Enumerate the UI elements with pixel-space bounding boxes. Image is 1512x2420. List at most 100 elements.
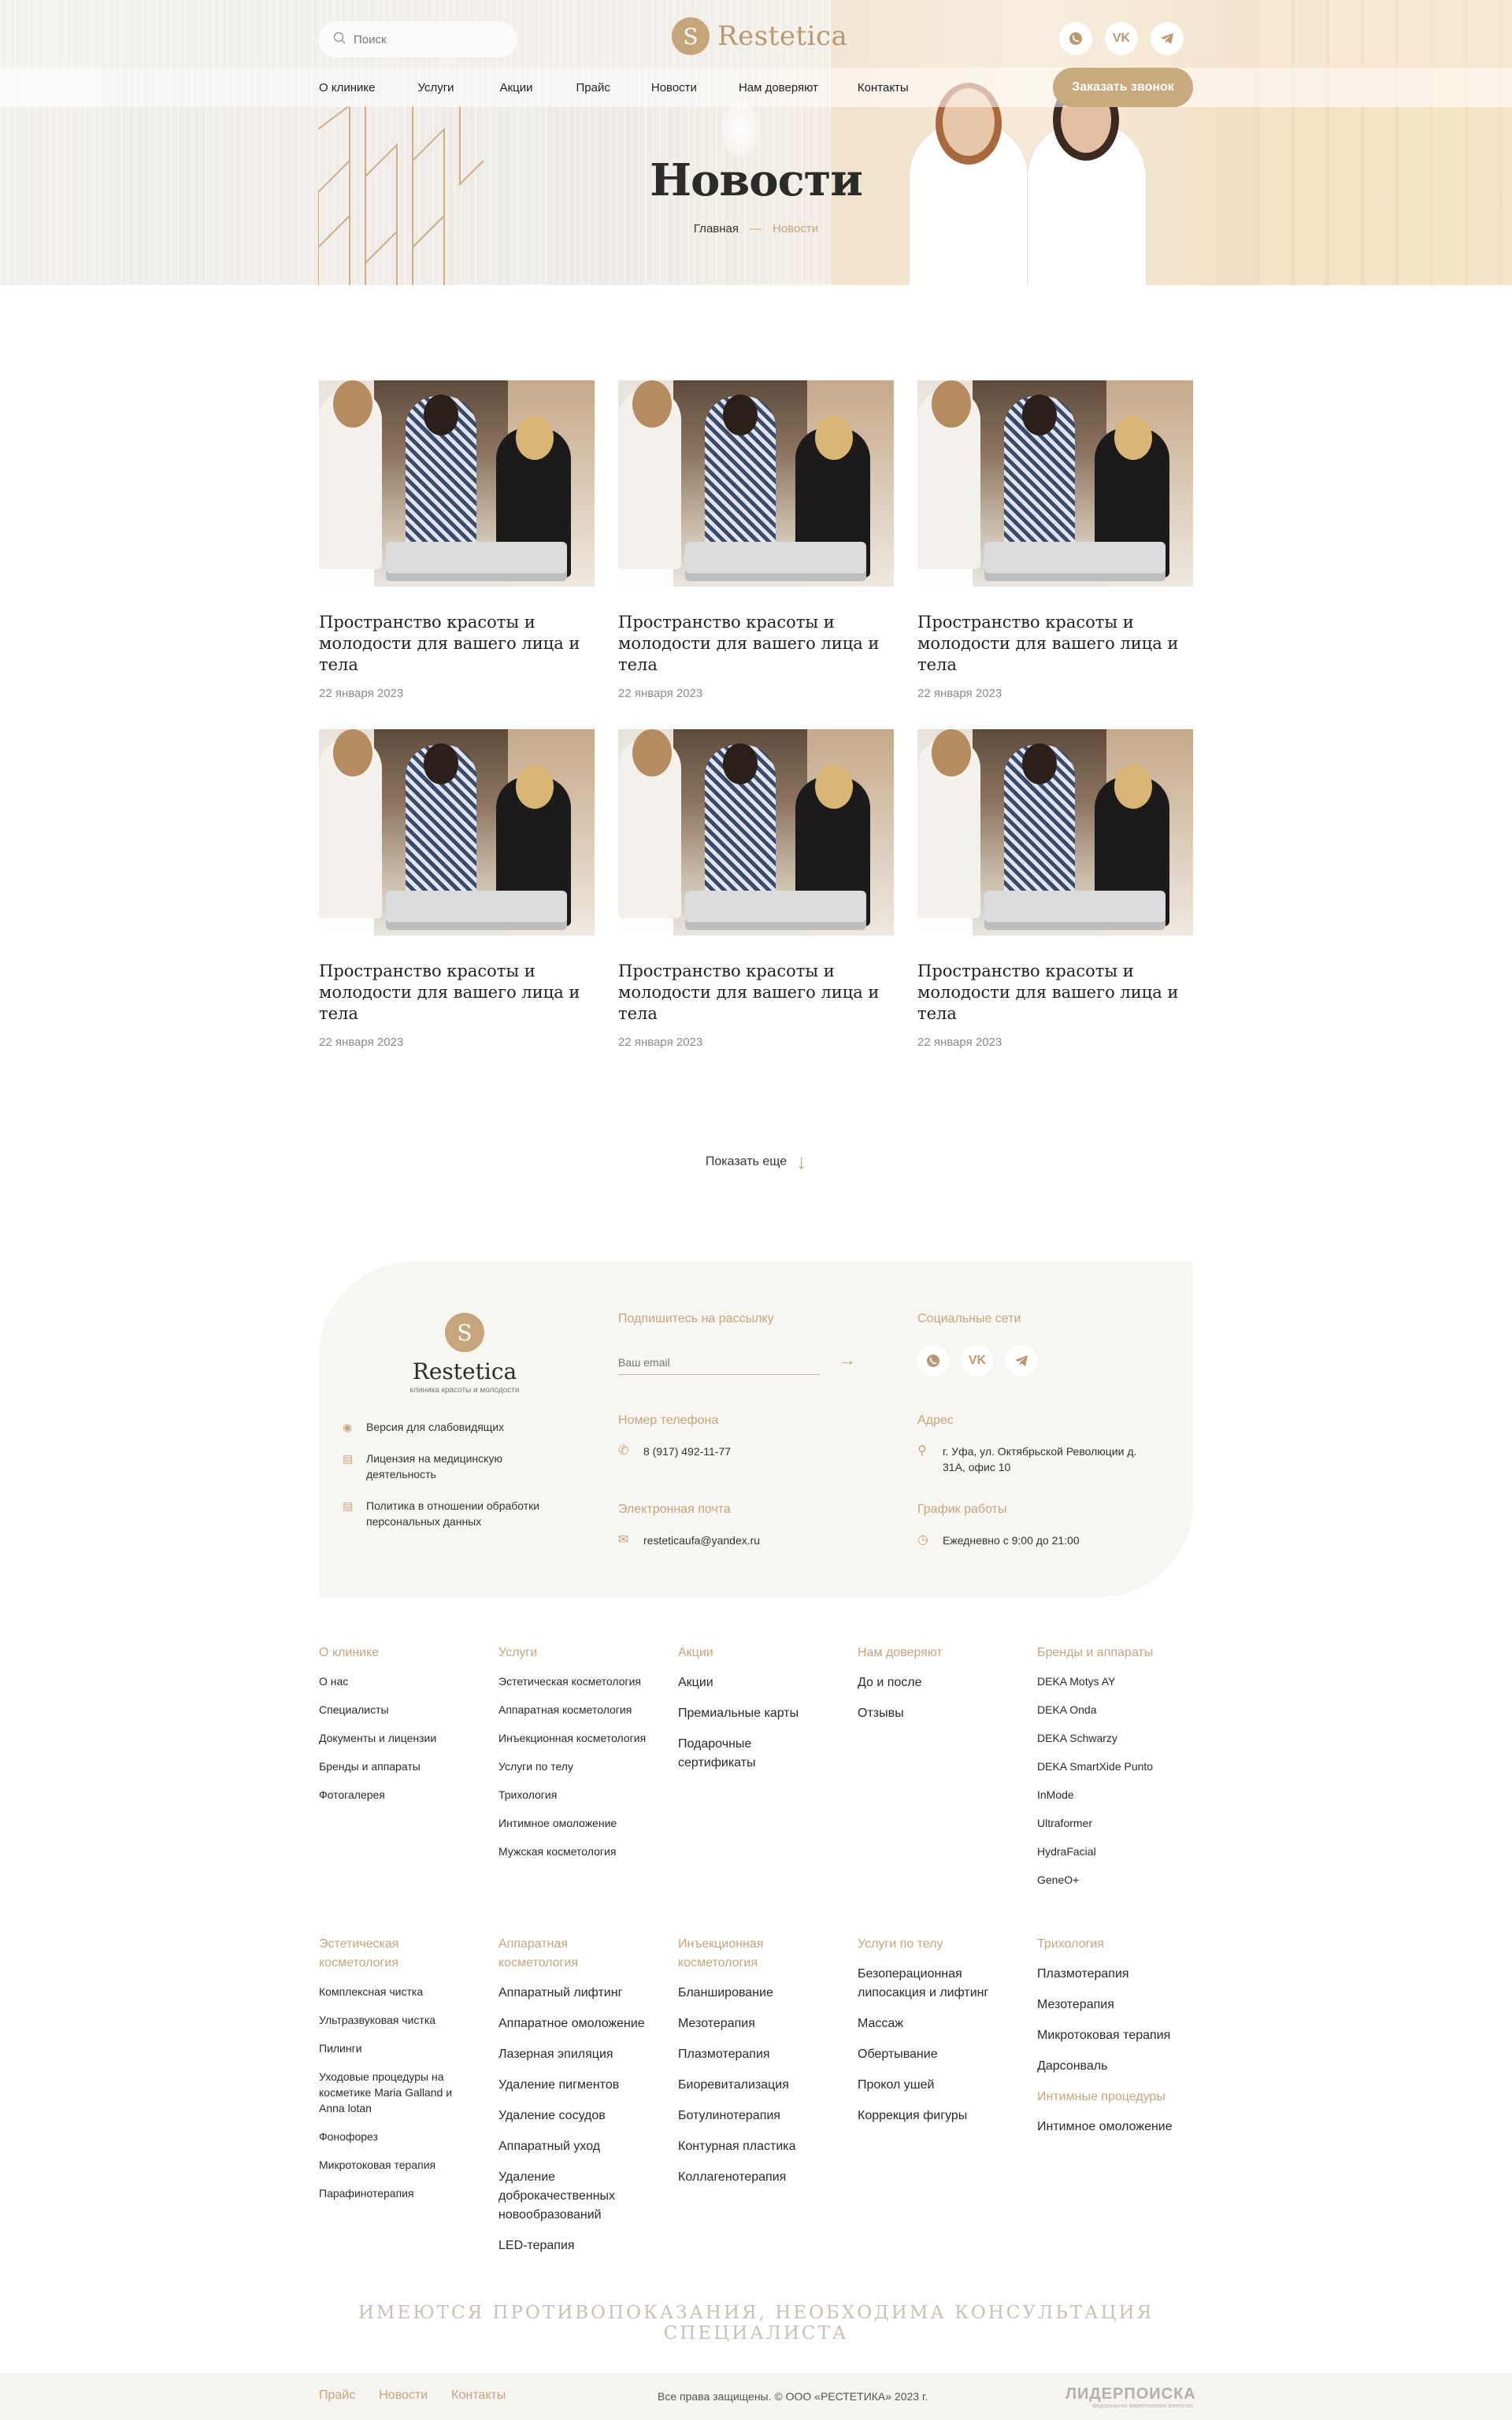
sitemap-link[interactable]: Трихология [498,1787,664,1803]
sitemap-link[interactable]: Контурная пластика [678,2137,836,2156]
news-image[interactable] [319,729,595,936]
sitemap-heading[interactable]: О клинике [319,1644,484,1662]
nav-promotions[interactable]: Акции [500,81,533,95]
sitemap-link[interactable]: LED-терапия [498,2237,656,2255]
news-title[interactable]: Пространство красоты и молодости для ваш… [319,961,595,1025]
sitemap-link[interactable]: DEKA Onda [1037,1702,1203,1718]
sitemap-link[interactable]: Фотогалерея [319,1787,484,1803]
sitemap-link[interactable]: Дарсонваль [1037,2057,1195,2076]
news-card[interactable]: Пространство красоты и молодости для ваш… [618,729,894,1049]
news-title[interactable]: Пространство красоты и молодости для ваш… [319,612,595,676]
nav-trust[interactable]: Нам доверяют [739,81,818,95]
sitemap-link[interactable]: Аппаратная косметология [498,1702,664,1718]
sitemap-link[interactable]: Удаление доброкачественных новообразован… [498,2168,632,2225]
sitemap-link[interactable]: Лазерная эпиляция [498,2045,656,2064]
email-subscribe-input[interactable] [618,1350,820,1375]
sitemap-link[interactable]: DEKA SmartXide Punto [1037,1758,1203,1774]
sitemap-link[interactable]: Обертывание [858,2045,1015,2064]
sitemap-link[interactable]: Специалисты [319,1702,484,1718]
nav-about[interactable]: О клинике [319,81,375,95]
sitemap-link[interactable]: Микротоковая терапия [1037,2026,1195,2045]
show-more-button[interactable]: Показать еще ↓ [0,1150,1512,1174]
phone-link[interactable]: ✆ 8 (917) 492-11-77 [618,1443,731,1459]
nav-price[interactable]: Прайс [576,81,610,95]
sitemap-link[interactable]: HydraFacial [1037,1844,1203,1859]
sitemap-heading[interactable]: Услуги [498,1644,664,1662]
sitemap-link[interactable]: Документы и лицензии [319,1730,484,1746]
sitemap-link[interactable]: Уходовые процедуры на косметике Maria Ga… [319,2069,461,2116]
sitemap-link[interactable]: Аппаратный уход [498,2137,656,2156]
footer-logo[interactable]: S Restetica клиника красоты и молодости [406,1313,524,1395]
sitemap-link[interactable]: Эстетическая косметология [498,1673,664,1689]
news-image[interactable] [618,380,894,587]
news-card[interactable]: Пространство красоты и молодости для ваш… [319,729,595,1049]
news-title[interactable]: Пространство красоты и молодости для ваш… [618,612,894,676]
license-link[interactable]: ▤ Лицензия на медицинскую деятельность [343,1451,579,1482]
sitemap-link[interactable]: Премиальные карты [678,1704,820,1723]
privacy-link[interactable]: ▤ Политика в отношении обработки персонал… [343,1498,579,1529]
news-image[interactable] [917,380,1193,587]
sitemap-link[interactable]: Интимное омоложение [498,1815,664,1831]
vk-icon[interactable]: VK [962,1345,993,1377]
news-card[interactable]: Пространство красоты и молодости для ваш… [917,380,1193,700]
sitemap-link[interactable]: InMode [1037,1787,1203,1803]
sitemap-link[interactable]: Ультразвуковая чистка [319,2012,469,2028]
sitemap-link[interactable]: Плазмотерапия [1037,1965,1195,1984]
news-image[interactable] [618,729,894,936]
breadcrumb-home[interactable]: Главная [694,222,739,235]
sitemap-link[interactable]: Удаление пигментов [498,2076,656,2095]
sitemap-link[interactable]: Микротоковая терапия [319,2157,469,2173]
bottom-link-news[interactable]: Новости [379,2388,428,2403]
order-call-button[interactable]: Заказать звонок [1053,68,1193,107]
sitemap-heading[interactable]: Акции [678,1644,820,1662]
sitemap-heading[interactable]: Интимные процедуры [1037,2088,1195,2107]
sitemap-link[interactable]: Отзывы [858,1704,1023,1723]
sitemap-link[interactable]: Парафинотерапия [319,2185,469,2201]
vk-icon[interactable]: VK [1105,22,1138,55]
sitemap-link[interactable]: Плазмотерапия [678,2045,836,2064]
nav-contacts[interactable]: Контакты [858,81,909,95]
sitemap-link[interactable]: Бланширование [678,1984,836,2003]
sitemap-heading[interactable]: Нам доверяют [858,1644,1023,1662]
sitemap-link[interactable]: Аппаратное омоложение [498,2014,656,2033]
sitemap-link[interactable]: Пилинги [319,2040,469,2056]
sitemap-link[interactable]: Коллагенотерапия [678,2168,836,2187]
sitemap-link[interactable]: Прокол ушей [858,2076,1015,2095]
sitemap-link[interactable]: Ultraformer [1037,1815,1203,1831]
whatsapp-icon[interactable] [1059,22,1092,55]
nav-news[interactable]: Новости [651,81,697,95]
sitemap-link[interactable]: GeneO+ [1037,1872,1203,1888]
search-input[interactable] [354,32,495,46]
sitemap-link[interactable]: Подарочные сертификаты [678,1735,780,1773]
news-title[interactable]: Пространство красоты и молодости для ваш… [618,961,894,1025]
developer-logo[interactable]: ЛИДЕРПОИСКА федеральное маркетинговое аг… [1065,2385,1195,2409]
sitemap-link[interactable]: Бренды и аппараты [319,1758,484,1774]
news-image[interactable] [319,380,595,587]
sitemap-link[interactable]: О нас [319,1673,484,1689]
news-image[interactable] [917,729,1193,936]
bottom-link-price[interactable]: Прайс [319,2388,355,2403]
telegram-icon[interactable] [1006,1345,1037,1377]
sitemap-link[interactable]: Комплексная чистка [319,1984,469,1999]
sitemap-link[interactable]: До и после [858,1673,1023,1692]
news-title[interactable]: Пространство красоты и молодости для ваш… [917,612,1193,676]
sitemap-link[interactable]: Безоперационная липосакция и лифтинг [858,1965,991,2003]
sitemap-heading[interactable]: Эстетическая косметология [319,1935,421,1973]
search-box[interactable] [319,21,517,57]
arrow-right-icon[interactable]: → [839,1350,856,1370]
sitemap-link[interactable]: Биоревитализация [678,2076,836,2095]
sitemap-heading[interactable]: Аппаратная косметология [498,1935,593,1973]
email-link[interactable]: ✉ resteticaufa@yandex.ru [618,1532,760,1548]
sitemap-heading[interactable]: Услуги по телу [858,1935,1015,1954]
sitemap-link[interactable]: Коррекция фигуры [858,2107,1015,2125]
sitemap-link[interactable]: Мезотерапия [1037,1996,1195,2014]
sitemap-link[interactable]: DEKA Motys AY [1037,1673,1203,1689]
low-vision-link[interactable]: ◉ Версия для слабовидящих [343,1419,579,1435]
site-logo[interactable]: S Restetica [672,17,847,55]
sitemap-link[interactable]: Массаж [858,2014,1015,2033]
news-card[interactable]: Пространство красоты и молодости для ваш… [319,380,595,700]
sitemap-link[interactable]: Интимное омоложение [1037,2118,1195,2136]
telegram-icon[interactable] [1151,22,1184,55]
news-card[interactable]: Пространство красоты и молодости для ваш… [917,729,1193,1049]
sitemap-link[interactable]: Аппаратный лифтинг [498,1984,656,2003]
